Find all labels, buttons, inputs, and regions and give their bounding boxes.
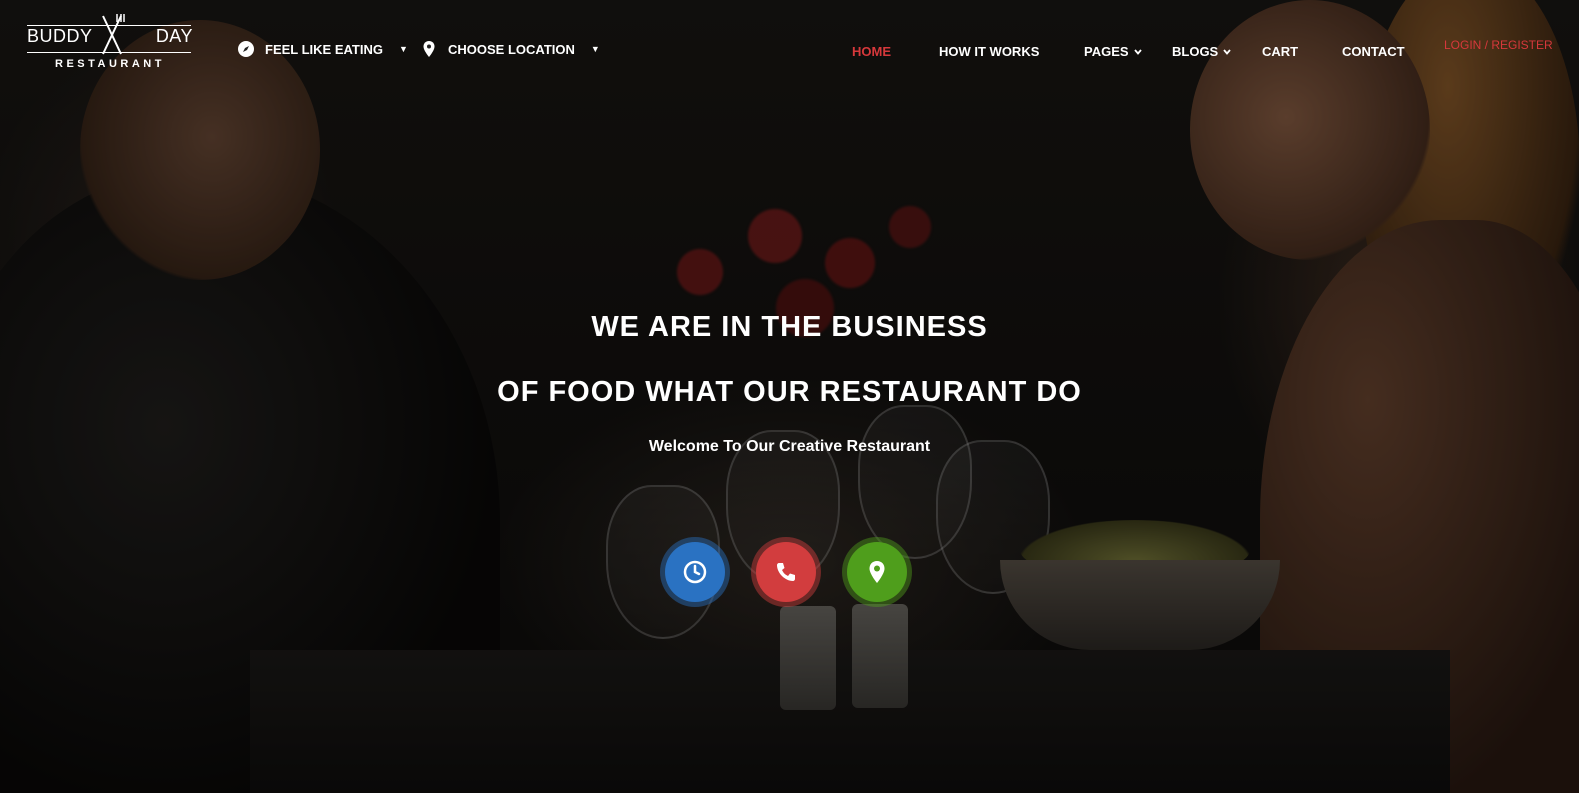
nav-item-pages[interactable]: PAGES [1084, 44, 1142, 59]
nav-item-label: CONTACT [1342, 44, 1405, 59]
hero-headline-line1: WE ARE IN THE BUSINESS [591, 311, 988, 343]
feel-like-eating-dropdown[interactable]: FEEL LIKE EATING ▼ [237, 40, 408, 58]
nav-item-label: HOME [852, 44, 891, 59]
map-pin-icon [423, 41, 435, 57]
nav-item-home[interactable]: HOME [852, 44, 891, 59]
caret-down-icon: ▼ [590, 43, 600, 54]
feel-like-eating-label: FEEL LIKE EATING [265, 41, 383, 57]
nav-item-label: PAGES [1084, 44, 1129, 59]
login-register-link[interactable]: LOGIN / REGISTER [1444, 38, 1553, 52]
choose-location-dropdown[interactable]: CHOOSE LOCATION ▼ [420, 40, 600, 58]
logo-subtitle: RESTAURANT [55, 58, 165, 70]
compass-icon [238, 41, 254, 57]
nav-item-blogs[interactable]: BLOGS [1172, 44, 1231, 59]
location-pin-icon [869, 561, 885, 583]
chevron-down-icon [1133, 48, 1142, 55]
caret-down-icon: ▼ [398, 43, 408, 54]
clock-icon [683, 560, 707, 584]
phone-icon [777, 563, 795, 581]
hero-headline-line2: OF FOOD WHAT OUR RESTAURANT DO [497, 376, 1082, 408]
hero-tagline: Welcome To Our Creative Restaurant [648, 438, 931, 455]
nav-item-label: HOW IT WORKS [939, 44, 1040, 59]
logo-bottom-line [27, 52, 191, 53]
chevron-down-icon [1223, 48, 1231, 55]
logo-right-word: DAY [155, 26, 193, 46]
nav-item-label: BLOGS [1172, 44, 1219, 59]
fork-knife-icon [102, 14, 125, 55]
opening-hours-button[interactable] [665, 542, 725, 602]
nav-item-cart[interactable]: CART [1262, 44, 1298, 59]
location-button[interactable] [847, 542, 907, 602]
call-button[interactable] [756, 542, 816, 602]
logo-left-word: BUDDY [27, 26, 93, 46]
nav-item-how-it-works[interactable]: HOW IT WORKS [939, 44, 1039, 59]
hero-section: BUDDY DAY RESTAURANT FEEL LIKE EATING ▼ … [0, 0, 1579, 793]
site-logo[interactable]: BUDDY DAY RESTAURANT [27, 12, 193, 74]
nav-item-contact[interactable]: CONTACT [1342, 44, 1405, 59]
choose-location-label: CHOOSE LOCATION [448, 41, 575, 57]
nav-item-label: CART [1262, 44, 1299, 59]
